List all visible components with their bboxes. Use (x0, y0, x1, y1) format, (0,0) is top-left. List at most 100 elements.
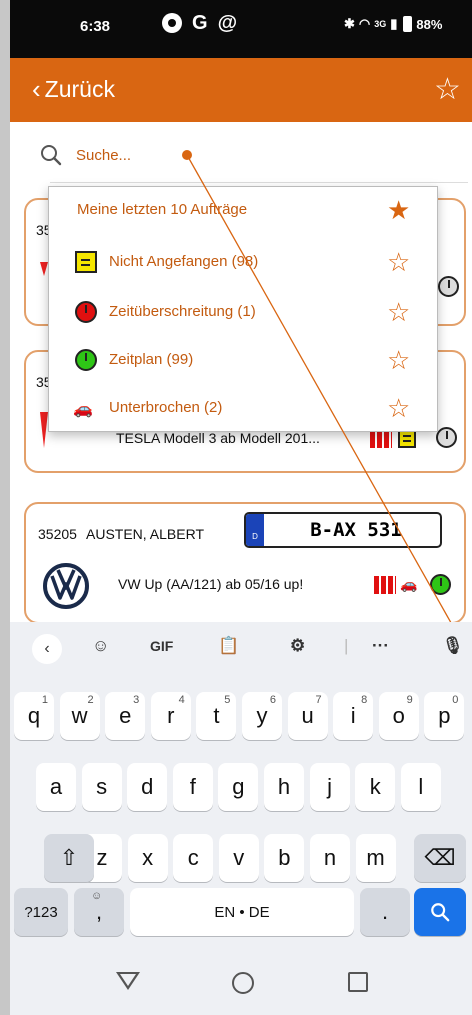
key-e[interactable]: e3 (105, 692, 146, 740)
yellow-note-icon (75, 251, 97, 273)
gray-clock-icon (436, 427, 457, 448)
key-hint: 4 (178, 694, 185, 706)
key-o[interactable]: o9 (378, 692, 419, 740)
network-type-label: 3G (374, 19, 387, 29)
status-bar: 6:38 G @ ✱ ◠ 3G ▮ 88% (10, 0, 472, 58)
star-filled-icon[interactable]: ★ (387, 195, 410, 226)
shift-key[interactable]: ⇧ (44, 834, 94, 882)
key-label: y (256, 703, 268, 728)
search-icon (431, 903, 450, 922)
collapse-toolbar-button[interactable]: ‹ (32, 634, 62, 664)
phone-screen: 6:38 G @ ✱ ◠ 3G ▮ 88% ‹ Zurück ☆ Suche..… (0, 0, 472, 1015)
microphone-icon[interactable]: 🎙 (442, 636, 464, 656)
app-bar: ‹ Zurück ☆ (10, 58, 472, 122)
key-hint: 0 (452, 694, 459, 706)
key-t[interactable]: t5 (196, 692, 237, 740)
space-key[interactable]: EN • DE (130, 888, 354, 936)
dropdown-item-recent[interactable]: Meine letzten 10 Aufträge ★ (49, 187, 439, 235)
dropdown-item-scheduled[interactable]: Zeitplan (99) ☆ (49, 337, 439, 385)
green-clock-icon (75, 349, 97, 371)
star-outline-icon[interactable]: ☆ (387, 393, 410, 424)
search-underline (50, 182, 468, 183)
key-hint: 6 (269, 694, 276, 706)
key-label: u (301, 703, 314, 728)
dropdown-item-overdue[interactable]: Zeitüberschreitung (1) ☆ (49, 289, 439, 337)
key-hint: 7 (315, 694, 322, 706)
key-c[interactable]: c (173, 834, 214, 882)
key-h[interactable]: h (264, 763, 304, 811)
star-outline-icon[interactable]: ☆ (387, 247, 410, 278)
license-plate: D B-AX 531 (244, 512, 442, 548)
wifi-icon: ◠ (358, 16, 371, 31)
red-clock-icon (75, 301, 97, 323)
clipboard-icon[interactable]: 📋 (218, 636, 239, 656)
gray-clock-icon (438, 276, 459, 297)
dropdown-item-interrupted[interactable]: 🚗 Unterbrochen (2) ☆ (49, 385, 439, 433)
key-n[interactable]: n (310, 834, 350, 882)
navigation-bar (10, 960, 472, 1015)
key-u[interactable]: u7 (287, 692, 328, 740)
key-w[interactable]: w2 (59, 692, 100, 740)
gif-button[interactable]: GIF (150, 638, 173, 654)
key-a[interactable]: a (36, 763, 76, 811)
filter-dropdown: Meine letzten 10 Aufträge ★ Nicht Angefa… (48, 186, 438, 432)
more-button[interactable]: ··· (372, 636, 389, 656)
key-label: q (27, 703, 41, 728)
dropdown-item-not-started[interactable]: Nicht Angefangen (98) ☆ (49, 239, 439, 287)
car-icon: 🚗 (400, 576, 418, 592)
order-number: 35205 (38, 526, 77, 542)
battery-percent: 88% (416, 16, 443, 32)
back-button[interactable]: ‹ Zurück (32, 74, 115, 105)
key-d[interactable]: d (127, 763, 168, 811)
nav-back-icon[interactable] (116, 972, 140, 990)
nav-recents-icon[interactable] (348, 972, 368, 992)
search-enter-key[interactable] (414, 888, 466, 936)
key-k[interactable]: k (355, 763, 396, 811)
key-label: p (438, 703, 451, 728)
emoji-comma-key[interactable]: ☺ , (74, 888, 124, 936)
key-hint: 1 (41, 694, 48, 706)
star-outline-icon[interactable]: ☆ (434, 72, 461, 107)
key-s[interactable]: s (81, 763, 122, 811)
screen-edge (0, 0, 10, 1015)
key-label: i (350, 703, 356, 728)
sticker-icon[interactable]: ☺ (92, 636, 109, 656)
vw-logo-icon (43, 563, 89, 609)
key-v[interactable]: v (218, 834, 259, 882)
toolbar-divider: | (344, 636, 349, 655)
key-x[interactable]: x (127, 834, 168, 882)
dropdown-item-label: Unterbrochen (2) (109, 399, 223, 416)
star-outline-icon[interactable]: ☆ (387, 297, 410, 328)
dropdown-item-label: Meine letzten 10 Aufträge (77, 201, 248, 218)
nav-home-icon[interactable] (232, 972, 254, 994)
key-q[interactable]: q1 (14, 692, 54, 740)
key-hint: 5 (224, 694, 231, 706)
key-r[interactable]: r4 (150, 692, 191, 740)
key-b[interactable]: b (264, 834, 305, 882)
eu-band: D (246, 514, 264, 546)
search-icon (41, 145, 62, 166)
symbols-key[interactable]: ?123 (14, 888, 68, 936)
key-label: w (71, 703, 88, 728)
key-m[interactable]: m (355, 834, 396, 882)
key-f[interactable]: f (172, 763, 213, 811)
key-j[interactable]: j (309, 763, 350, 811)
battery-icon (403, 16, 413, 32)
gear-icon[interactable]: ⚙ (290, 636, 305, 656)
period-key[interactable]: . (360, 888, 410, 936)
key-y[interactable]: y6 (242, 692, 282, 740)
backspace-key[interactable]: ⌫ (414, 834, 466, 882)
key-hint: 8 (361, 694, 368, 706)
key-p[interactable]: p0 (424, 692, 465, 740)
emoji-icon: ☺ (91, 890, 103, 902)
key-g[interactable]: g (218, 763, 259, 811)
plate-number: B-AX 531 (310, 519, 402, 541)
key-hint: 9 (406, 694, 413, 706)
search-input[interactable] (76, 140, 446, 170)
vehicle-model: VW Up (AA/121) ab 05/16 up! (118, 576, 304, 592)
key-i[interactable]: i8 (333, 692, 374, 740)
key-l[interactable]: l (400, 763, 441, 811)
order-card[interactable]: 35205 AUSTEN, ALBERT D B-AX 531 VW Up (A… (24, 502, 466, 624)
star-outline-icon[interactable]: ☆ (387, 345, 410, 376)
dropdown-item-label: Nicht Angefangen (98) (109, 253, 259, 270)
